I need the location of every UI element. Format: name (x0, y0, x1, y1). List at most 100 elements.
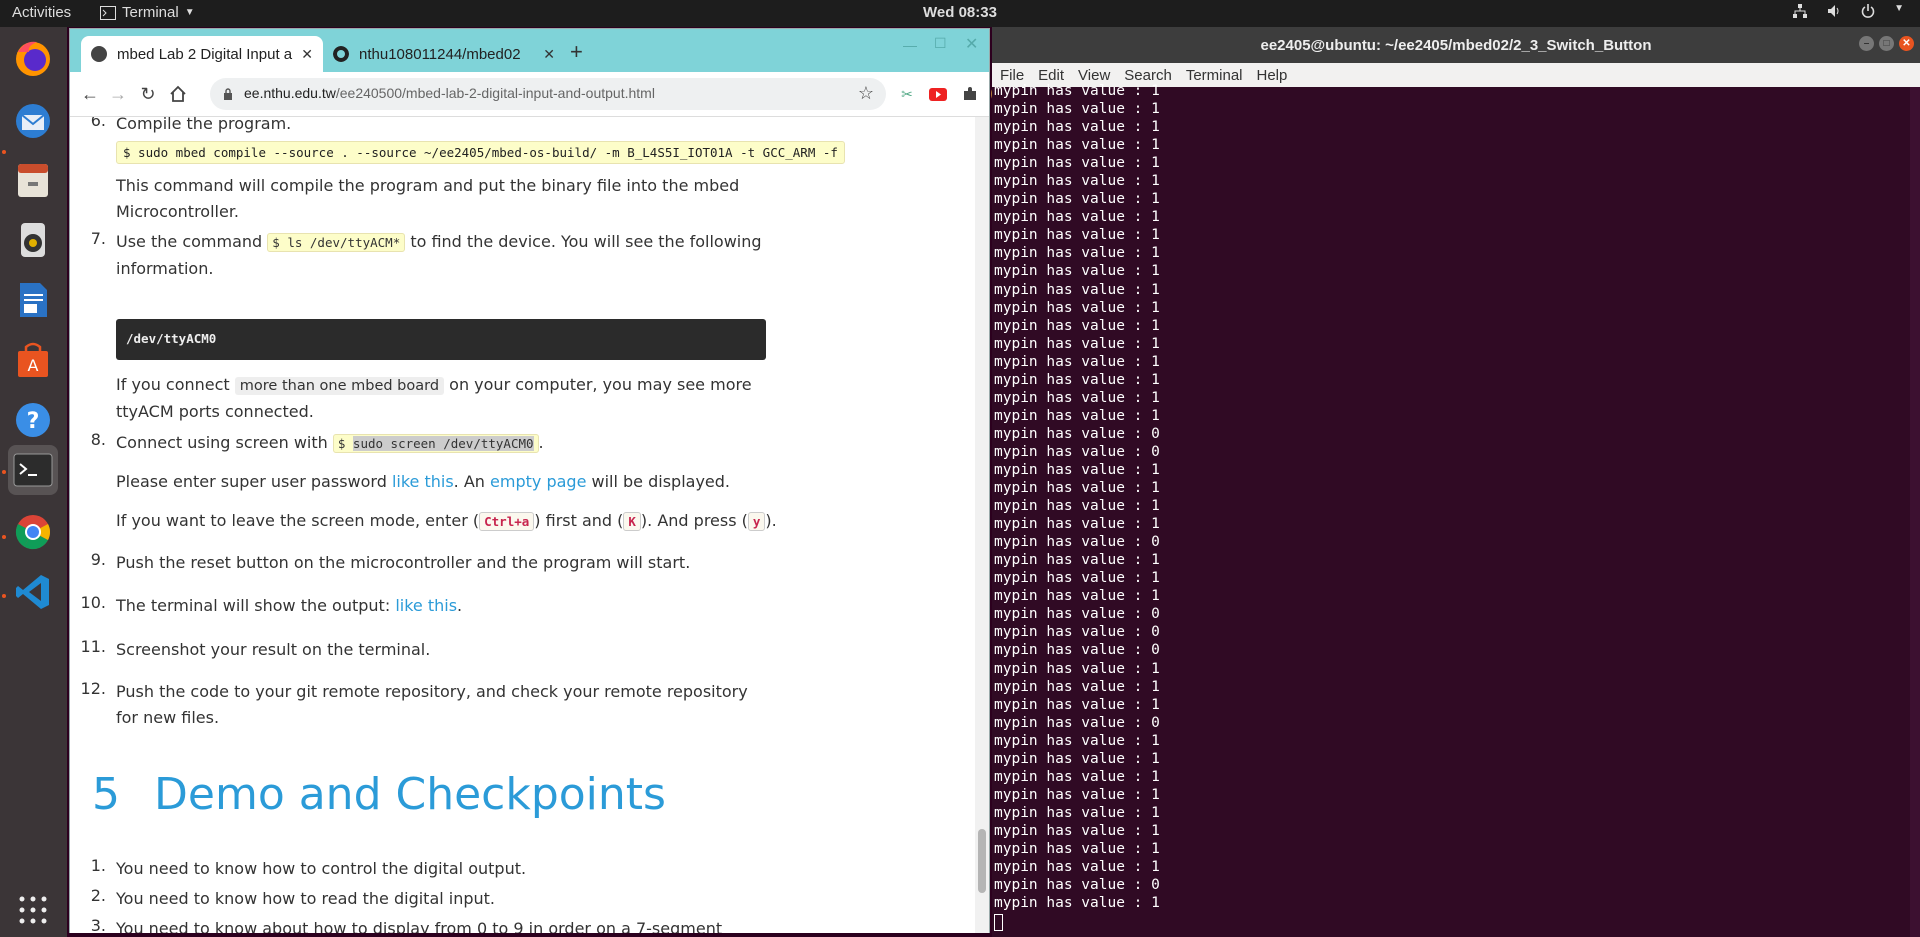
list-item-text: Use the command $ ls /dev/ttyACM* to fin… (116, 229, 766, 282)
terminal-line: mypin has value : 1 (994, 389, 1160, 406)
tab-mbed-lab[interactable]: mbed Lab 2 Digital Input a ✕ (81, 36, 323, 72)
terminal-output[interactable]: mypin has value : 1 mypin has value : 1 my… (992, 83, 1920, 937)
close-button[interactable]: ✕ (1899, 36, 1914, 51)
text-span: . (457, 596, 463, 615)
files-launcher[interactable] (8, 155, 58, 205)
software-launcher[interactable]: A (8, 335, 58, 385)
close-icon[interactable]: ✕ (543, 46, 555, 63)
rhythmbox-launcher[interactable] (8, 215, 58, 265)
terminal-line: mypin has value : 1 (994, 732, 1160, 749)
list-number: 6. (90, 117, 106, 130)
writer-launcher[interactable] (8, 275, 58, 325)
text-span: . An (453, 472, 485, 491)
clock[interactable]: Wed 08:33 (0, 4, 1920, 21)
paragraph: This command will compile the program an… (116, 176, 740, 221)
power-icon[interactable] (1860, 3, 1876, 19)
star-icon[interactable]: ☆ (858, 83, 874, 104)
list-number: 8. (90, 430, 106, 449)
output-block: /dev/ttyACM0 (116, 319, 766, 360)
text-span: Please enter super user password (116, 472, 387, 491)
address-bar[interactable]: ee.nthu.edu.tw/ee240500/mbed-lab-2-digit… (210, 78, 886, 110)
terminal-line: mypin has value : 1 (994, 498, 1160, 515)
section-heading: 5 Demo and Checkpoints (92, 769, 666, 820)
terminal-icon (13, 453, 53, 487)
system-tray[interactable]: ▼ (1792, 3, 1904, 19)
terminal-line: mypin has value : 1 (994, 335, 1160, 352)
maximize-button[interactable]: □ (1879, 36, 1894, 51)
forward-button[interactable]: → (106, 82, 130, 106)
window-close-button[interactable]: ✕ (965, 34, 978, 54)
text-span: Use the command (116, 232, 263, 251)
menu-search[interactable]: Search (1124, 67, 1172, 84)
terminal-line: mypin has value : 1 (994, 191, 1160, 208)
help-launcher[interactable]: ? (8, 395, 58, 445)
url-domain: ee.nthu.edu.tw (244, 85, 336, 101)
text-span: ). And press ( (640, 511, 748, 530)
paragraph: If you connect more than one mbed board … (116, 372, 766, 425)
menu-edit[interactable]: Edit (1038, 67, 1064, 84)
terminal-line: mypin has value : 0 (994, 425, 1160, 442)
text-span: If you want to leave the screen mode, en… (116, 511, 480, 530)
extension-icon[interactable]: ✂ (895, 82, 919, 106)
minimize-button[interactable]: — (903, 37, 917, 53)
terminal-line: mypin has value : 1 (994, 750, 1160, 767)
browser-toolbar: ← → ↻ ee.nthu.edu.tw/ee240500/mbed-lab-2… (70, 72, 1041, 117)
terminal-line: mypin has value : 1 (994, 895, 1160, 912)
list-item-text: Push the code to your git remote reposit… (116, 682, 748, 727)
extensions-button[interactable] (958, 82, 982, 106)
text-span: If you connect (116, 375, 230, 394)
terminal-icon (100, 5, 116, 20)
selected-code: sudo screen /dev/ttyACM0 (352, 436, 534, 451)
page-scrollbar[interactable] (975, 117, 989, 933)
keyboard-key: K (623, 512, 641, 531)
like-this-link[interactable]: like this (392, 472, 454, 491)
thunderbird-launcher[interactable] (8, 96, 58, 146)
empty-page-link[interactable]: empty page (490, 472, 586, 491)
close-icon[interactable]: ✕ (301, 46, 313, 63)
firefox-launcher[interactable] (8, 33, 58, 83)
menu-terminal[interactable]: Terminal (1186, 67, 1243, 84)
terminal-line: mypin has value : 1 (994, 263, 1160, 280)
minimize-button[interactable]: – (1859, 36, 1874, 51)
terminal-line: mypin has value : 1 (994, 299, 1160, 316)
text-span: ). (765, 511, 777, 530)
terminal-line: mypin has value : 1 (994, 660, 1160, 677)
section-number: 5 (92, 769, 120, 820)
back-button[interactable]: ← (78, 82, 102, 106)
menu-view[interactable]: View (1078, 67, 1110, 84)
new-tab-button[interactable]: + (570, 39, 583, 65)
chrome-launcher[interactable] (8, 507, 58, 557)
show-applications-button[interactable] (8, 885, 58, 935)
terminal-line: mypin has value : 1 (994, 83, 1160, 99)
terminal-lines: mypin has value : 1 mypin has value : 1 my… (994, 82, 1160, 912)
reload-button[interactable]: ↻ (136, 82, 160, 106)
maximize-button[interactable]: ☐ (934, 35, 947, 52)
vscode-launcher[interactable] (8, 567, 58, 617)
chevron-down-icon: ▼ (184, 7, 195, 18)
terminal-line: mypin has value : 0 (994, 443, 1160, 460)
terminal-line: mypin has value : 1 (994, 859, 1160, 876)
home-button[interactable] (166, 82, 190, 106)
grid-icon (19, 896, 47, 924)
terminal-launcher[interactable] (8, 445, 58, 495)
youtube-extension[interactable] (926, 82, 950, 106)
menu-file[interactable]: File (1000, 67, 1024, 84)
terminal-line: mypin has value : 1 (994, 696, 1160, 713)
menu-help[interactable]: Help (1257, 67, 1288, 84)
terminal-line: mypin has value : 1 (994, 552, 1160, 569)
chevron-down-icon[interactable]: ▼ (1894, 3, 1904, 19)
volume-icon[interactable] (1826, 3, 1842, 19)
scrollbar-thumb[interactable] (978, 829, 986, 893)
terminal-scrollbar[interactable] (1910, 87, 1920, 937)
world-icon (91, 46, 107, 62)
activities-button[interactable]: Activities (12, 4, 71, 21)
app-menu[interactable]: Terminal ▼ (100, 4, 195, 21)
list-number: 9. (90, 550, 106, 569)
running-indicator (2, 535, 6, 539)
tab-github[interactable]: nthu108011244/mbed02 ✕ (323, 36, 565, 72)
terminal-line: mypin has value : 1 (994, 317, 1160, 334)
network-icon[interactable] (1792, 3, 1808, 19)
terminal-line: mypin has value : 0 (994, 642, 1160, 659)
terminal-line: mypin has value : 1 (994, 804, 1160, 821)
like-this-link[interactable]: like this (395, 596, 457, 615)
